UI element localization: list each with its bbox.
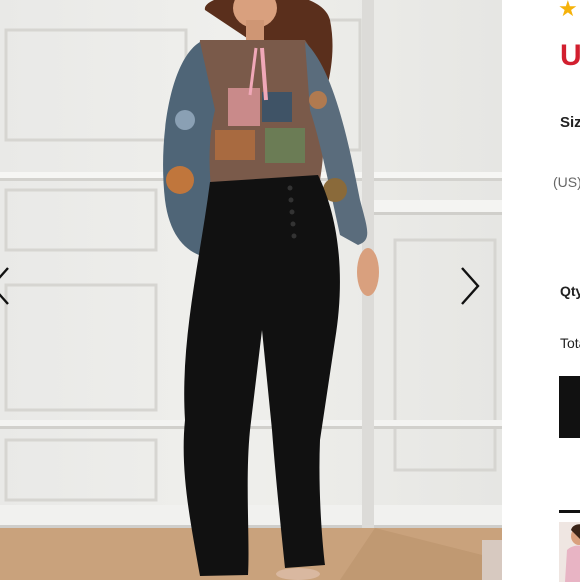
add-to-cart-button[interactable]	[559, 376, 580, 438]
product-image-gallery[interactable]	[0, 0, 502, 580]
related-product-thumbnail[interactable]	[559, 522, 580, 582]
star-icon: ★	[558, 0, 578, 21]
section-divider	[559, 510, 580, 513]
next-image-button[interactable]	[454, 264, 484, 308]
related-product-image	[559, 522, 580, 582]
total-label: Tota	[560, 335, 580, 351]
chevron-left-icon	[0, 267, 9, 305]
size-label: Siz	[560, 114, 580, 131]
size-unit-toggle[interactable]: (US)	[553, 174, 580, 190]
product-photo	[0, 0, 502, 580]
previous-image-button[interactable]	[0, 264, 16, 308]
quantity-label: Qty	[560, 283, 580, 299]
product-price: U	[560, 39, 580, 72]
chevron-right-icon	[461, 267, 480, 305]
